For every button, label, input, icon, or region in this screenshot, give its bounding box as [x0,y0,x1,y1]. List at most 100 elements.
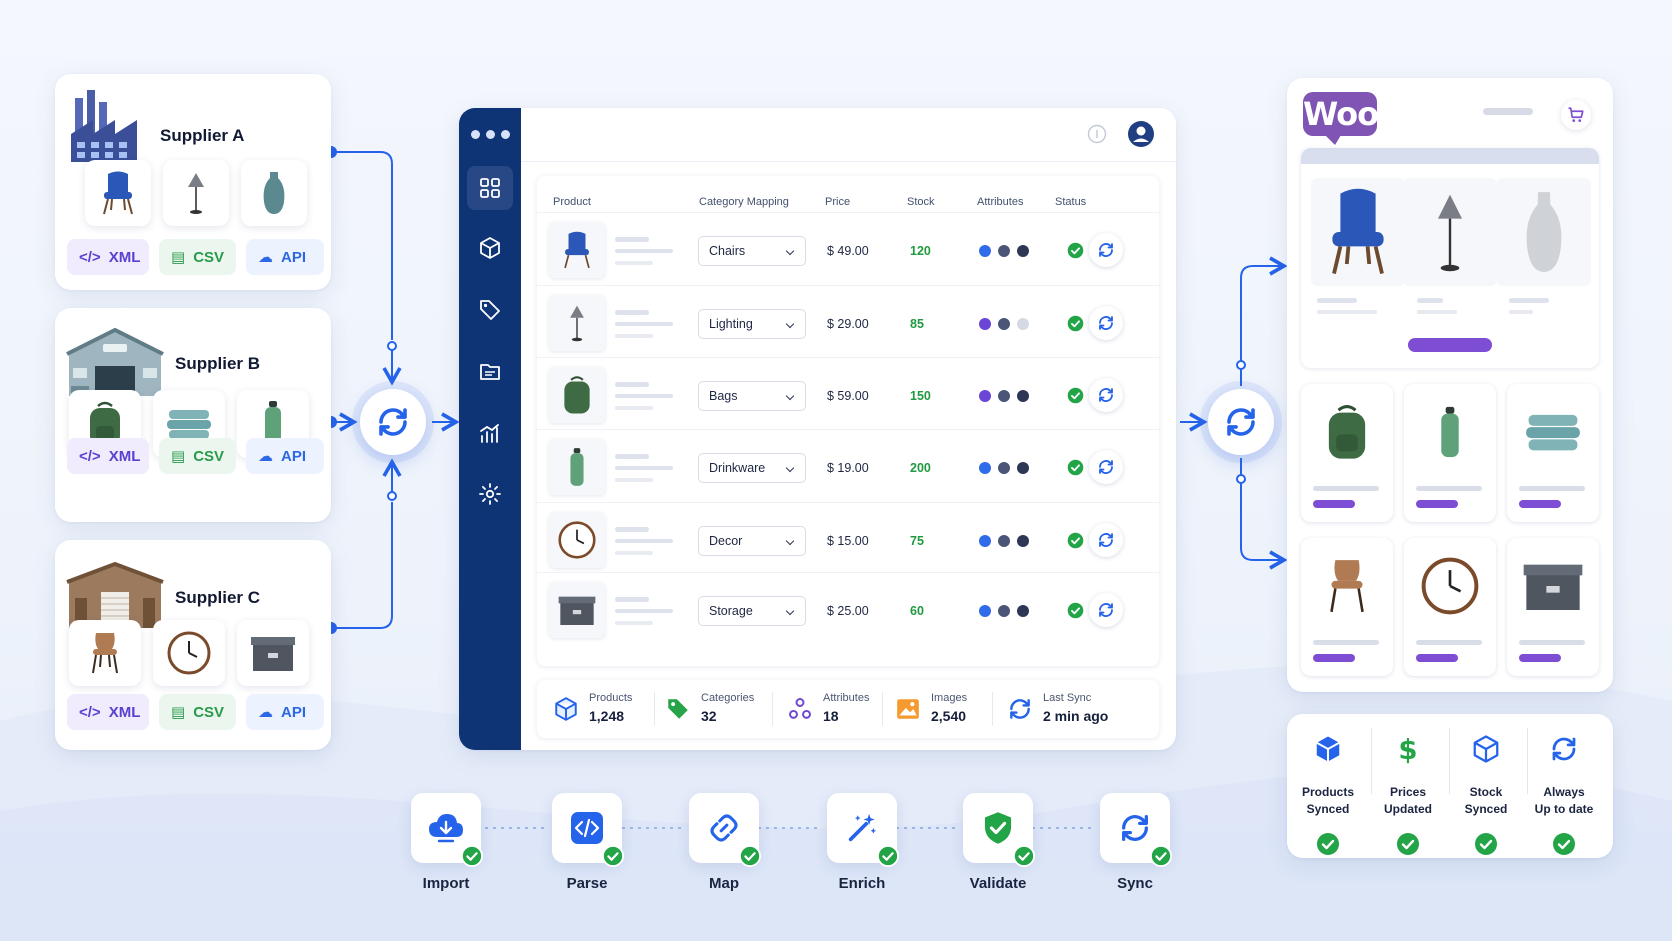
shop-button[interactable] [1408,338,1492,352]
format-chip-xml[interactable]: </> XML [67,239,149,275]
vase-icon [1526,192,1562,272]
attribute-dot [979,318,991,330]
store-product-tile[interactable] [1507,538,1599,676]
nav-placeholder [1483,108,1533,115]
product-thumb-lamp [163,160,229,226]
product-image [549,222,605,278]
row-sync-button[interactable] [1089,306,1123,340]
grid-icon [480,178,500,198]
store-product-image [1507,538,1599,634]
nav-feeds[interactable] [467,350,513,394]
featured-chair[interactable] [1311,178,1405,286]
refresh-icon [1099,316,1113,330]
clock-icon [558,521,596,559]
cart-button[interactable] [1561,100,1591,130]
product-thumb-clock [153,620,225,686]
format-chip-xml[interactable]: </> XML [67,438,149,474]
file-icon: ▤ [171,448,186,465]
check-circle-icon [1067,242,1084,259]
store-product-tile[interactable] [1404,538,1496,676]
store-product-tile[interactable] [1507,384,1599,522]
check-circle-icon [1397,833,1419,855]
nav-dashboard[interactable] [467,166,513,210]
refresh-icon [1099,460,1113,474]
cube-icon [555,697,577,721]
row-sync-button[interactable] [1089,593,1123,627]
format-chip-csv[interactable]: ▤ CSV [159,694,236,730]
cloud-icon: ☁ [258,704,273,721]
lamp-icon [570,305,584,342]
nodes-icon [789,698,811,719]
sync-hub-outbound[interactable] [1208,389,1274,455]
format-chip-api[interactable]: ☁ API [246,694,324,730]
table-row[interactable]: Lighting $ 29.00 85 [537,285,1159,357]
towels-icon [1526,414,1580,451]
refresh-icon [1099,388,1113,402]
code-icon: </> [79,248,101,266]
nav-tags[interactable] [467,288,513,332]
code-icon: </> [79,447,101,465]
category-select[interactable]: Chairs [698,236,806,266]
nav-analytics[interactable] [467,412,513,456]
chair-icon [103,171,133,215]
row-sync-button[interactable] [1089,378,1123,412]
stock-cell: 150 [910,389,931,403]
format-chip-csv[interactable]: ▤ CSV [159,438,236,474]
vase-icon [263,172,285,214]
clock-icon [167,631,211,675]
format-chip-xml[interactable]: </> XML [67,694,149,730]
refresh-icon [1552,737,1576,761]
product-thumb-wood-chair [69,620,141,686]
category-select[interactable]: Decor [698,526,806,556]
format-chip-api[interactable]: ☁ API [246,239,324,275]
info-icon[interactable] [1087,124,1107,144]
attribute-dot [979,535,991,547]
supplier-card-c[interactable]: Supplier C </> XML ▤ CSV ☁ API [55,540,331,750]
table-row[interactable]: Drinkware $ 19.00 200 [537,429,1159,502]
refresh-icon [1099,243,1113,257]
check-circle-icon [1150,845,1172,867]
row-sync-button[interactable] [1089,450,1123,484]
row-sync-button[interactable] [1089,523,1123,557]
attribute-dot [1017,318,1029,330]
sidebar [459,108,521,750]
store-product-tile[interactable] [1301,384,1393,522]
attribute-dot [979,605,991,617]
woocommerce-store: Woo [1287,78,1613,692]
table-row[interactable]: Decor $ 15.00 75 [537,502,1159,572]
bottle-icon [570,448,584,486]
attribute-dot [998,245,1010,257]
attribute-dots [979,462,1029,474]
store-product-tile[interactable] [1404,384,1496,522]
format-chip-csv[interactable]: ▤ CSV [159,239,236,275]
supplier-card-b[interactable]: Supplier B </> XML ▤ CSV ☁ API [55,308,331,522]
summary-products-synced: Products Synced [1289,728,1367,855]
nav-settings[interactable] [467,472,513,516]
format-chip-api[interactable]: ☁ API [246,438,324,474]
store-product-tile[interactable] [1301,538,1393,676]
chair-icon [1330,560,1364,613]
table-row[interactable]: Storage $ 25.00 60 [537,572,1159,642]
category-select[interactable]: Bags [698,381,806,411]
attribute-dot [998,318,1010,330]
table-row[interactable]: Chairs $ 49.00 120 [537,212,1159,285]
category-select[interactable]: Drinkware [698,453,806,483]
check-circle-icon [1317,833,1339,855]
user-avatar-icon[interactable] [1127,120,1155,148]
category-select[interactable]: Lighting [698,309,806,339]
supplier-name: Supplier B [175,354,261,373]
featured-lamp[interactable] [1403,178,1497,286]
storage-box-icon [1523,564,1583,610]
nav-products[interactable] [467,226,513,270]
supplier-card-a[interactable]: Supplier A </> XML ▤ CSV ☁ API [55,74,331,290]
sync-hub-inbound[interactable] [360,389,426,455]
category-select[interactable]: Storage [698,596,806,626]
product-thumb-storage-box [237,620,309,686]
column-header-stock: Stock [907,196,935,208]
check-circle-icon [602,845,624,867]
row-sync-button[interactable] [1089,233,1123,267]
price-cell: $ 49.00 [827,244,869,258]
attribute-dot [979,245,991,257]
featured-vase[interactable] [1497,178,1591,286]
table-row[interactable]: Bags $ 59.00 150 [537,357,1159,429]
